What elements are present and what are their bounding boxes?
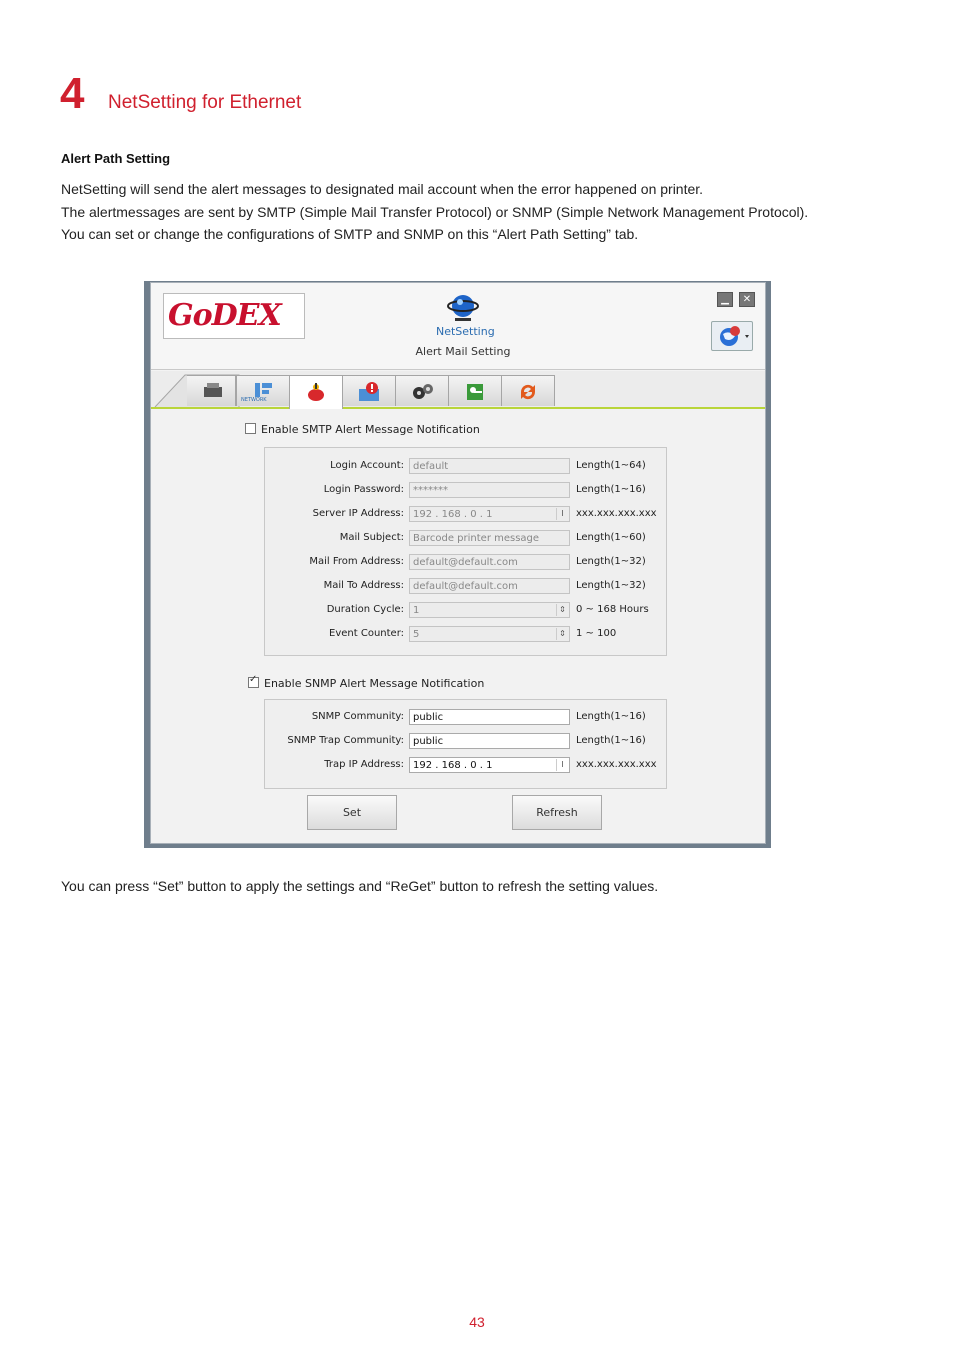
smtp-group: Login Account: default Length(1~64) Logi…: [264, 447, 667, 656]
chapter-title: NetSetting for Ethernet: [108, 92, 302, 113]
window-body: GoDEX NetSetting Alert Mail Setting ▁ ✕: [150, 282, 766, 844]
spinner-arrows-icon[interactable]: ⇕: [556, 604, 568, 616]
paragraph-1: NetSetting will send the alert messages …: [61, 181, 704, 197]
mail-to-input[interactable]: default@default.com: [409, 578, 570, 594]
mail-from-input[interactable]: default@default.com: [409, 554, 570, 570]
netsetting-window: GoDEX NetSetting Alert Mail Setting ▁ ✕: [144, 281, 771, 848]
tab-key[interactable]: [448, 375, 502, 406]
smtp-enable-checkbox[interactable]: Enable SMTP Alert Message Notification: [245, 423, 480, 436]
trap-community-label: SNMP Trap Community:: [287, 735, 404, 746]
duration-cycle-value: 1: [413, 605, 420, 616]
smtp-row-mail-to: Mail To Address: default@default.com Len…: [265, 578, 666, 596]
duration-cycle-hint: 0 ~ 168 Hours: [576, 604, 649, 615]
tab-strip: NETWORK: [151, 371, 765, 410]
snmp-row-trap-ip: Trap IP Address: 192 . 168 . 0 . 1 I xxx.…: [265, 757, 666, 775]
mail-subject-label: Mail Subject:: [339, 532, 404, 543]
chapter-number: 4: [60, 69, 85, 118]
window-header: GoDEX NetSetting Alert Mail Setting ▁ ✕: [151, 283, 765, 370]
app-name: NetSetting: [436, 325, 495, 338]
snmp-community-label: SNMP Community:: [311, 711, 404, 722]
minimize-button[interactable]: ▁: [717, 292, 733, 307]
duration-cycle-stepper[interactable]: 1 ⇕: [409, 602, 570, 618]
smtp-row-login-account: Login Account: default Length(1~64): [265, 458, 666, 476]
paragraph-2: The alertmessages are sent by SMTP (Simp…: [61, 204, 809, 220]
login-password-hint: Length(1~16): [576, 484, 646, 495]
language-button[interactable]: [711, 321, 753, 351]
snmp-community-input[interactable]: public: [409, 709, 570, 725]
snmp-row-trap-community: SNMP Trap Community: public Length(1~16): [265, 733, 666, 751]
snmp-row-community: SNMP Community: public Length(1~16): [265, 709, 666, 727]
language-globe-icon: [720, 326, 749, 346]
section-title: Alert Path Setting: [61, 151, 171, 166]
mail-subject-hint: Length(1~60): [576, 532, 646, 543]
app-subtitle: Alert Mail Setting: [415, 345, 511, 358]
refresh-icon: [520, 384, 536, 400]
login-account-label: Login Account:: [330, 460, 404, 471]
ip-cursor-icon: I: [556, 508, 568, 520]
login-account-input[interactable]: default: [409, 458, 570, 474]
tab-printer[interactable]: [187, 375, 236, 406]
server-ip-hint: xxx.xxx.xxx.xxx: [576, 508, 657, 519]
smtp-row-duration-cycle: Duration Cycle: 1 ⇕ 0 ~ 168 Hours: [265, 602, 666, 620]
smtp-row-mail-from: Mail From Address: default@default.com L…: [265, 554, 666, 572]
mail-alert-icon: [359, 382, 379, 401]
smtp-row-server-ip: Server IP Address: 192 . 168 . 0 . 1 I xx…: [265, 506, 666, 524]
trap-ip-label: Trap IP Address:: [324, 759, 404, 770]
set-button[interactable]: Set: [307, 795, 397, 830]
footnote-text: You can press “Set” button to apply the …: [61, 878, 659, 894]
event-counter-label: Event Counter:: [329, 628, 404, 639]
key-icon: [467, 384, 483, 400]
login-account-hint: Length(1~64): [576, 460, 646, 471]
tab-mail[interactable]: [342, 375, 396, 406]
page-number: 43: [469, 1314, 485, 1330]
mail-to-hint: Length(1~32): [576, 580, 646, 591]
event-counter-value: 5: [413, 629, 420, 640]
snmp-checkbox-box[interactable]: [248, 674, 259, 688]
smtp-row-mail-subject: Mail Subject: Barcode printer message Le…: [265, 530, 666, 548]
event-counter-hint: 1 ~ 100: [576, 628, 617, 639]
trap-community-input[interactable]: public: [409, 733, 570, 749]
mail-to-label: Mail To Address:: [323, 580, 404, 591]
paragraph-3: You can set or change the configurations…: [61, 226, 639, 242]
alert-bell-icon: [308, 383, 324, 401]
tab-settings[interactable]: [395, 375, 449, 406]
event-counter-stepper[interactable]: 5 ⇕: [409, 626, 570, 642]
close-button[interactable]: ✕: [739, 292, 755, 307]
printer-icon: [204, 383, 222, 397]
login-password-input[interactable]: *******: [409, 482, 570, 498]
globe-icon: [447, 295, 479, 321]
server-ip-value: 192 . 168 . 0 . 1: [413, 509, 493, 520]
smtp-enable-label: Enable SMTP Alert Message Notification: [261, 423, 480, 436]
godex-logo: GoDEX: [163, 293, 305, 339]
mail-subject-input[interactable]: Barcode printer message: [409, 530, 570, 546]
spinner-arrows-icon[interactable]: ⇕: [556, 628, 568, 640]
smtp-checkbox-box[interactable]: [245, 423, 256, 434]
duration-cycle-label: Duration Cycle:: [326, 604, 404, 615]
mail-from-label: Mail From Address:: [309, 556, 404, 567]
logo-text: GoDEX: [168, 298, 282, 333]
server-ip-label: Server IP Address:: [312, 508, 404, 519]
trap-community-hint: Length(1~16): [576, 735, 646, 746]
server-ip-input[interactable]: 192 . 168 . 0 . 1 I: [409, 506, 570, 522]
network-tab-label: NETWORK: [241, 397, 267, 403]
mail-from-hint: Length(1~32): [576, 556, 646, 567]
tab-alert-path[interactable]: [289, 375, 343, 409]
gears-icon: [413, 384, 433, 399]
refresh-button[interactable]: Refresh: [512, 795, 602, 830]
smtp-row-event-counter: Event Counter: 5 ⇕ 1 ~ 100: [265, 626, 666, 644]
ip-cursor-icon: I: [556, 759, 568, 771]
trap-ip-hint: xxx.xxx.xxx.xxx: [576, 759, 657, 770]
snmp-enable-checkbox[interactable]: Enable SNMP Alert Message Notification: [248, 674, 485, 690]
snmp-community-hint: Length(1~16): [576, 711, 646, 722]
login-password-label: Login Password:: [323, 484, 404, 495]
tab-network[interactable]: NETWORK: [236, 375, 290, 406]
trap-ip-input[interactable]: 192 . 168 . 0 . 1 I: [409, 757, 570, 773]
trap-ip-value: 192 . 168 . 0 . 1: [413, 760, 493, 771]
smtp-row-login-password: Login Password: ******* Length(1~16): [265, 482, 666, 500]
alert-path-panel: Enable SMTP Alert Message Notification L…: [151, 409, 765, 843]
tab-refresh[interactable]: [501, 375, 555, 406]
snmp-group: SNMP Community: public Length(1~16) SNMP…: [264, 699, 667, 789]
snmp-enable-label: Enable SNMP Alert Message Notification: [264, 677, 485, 690]
